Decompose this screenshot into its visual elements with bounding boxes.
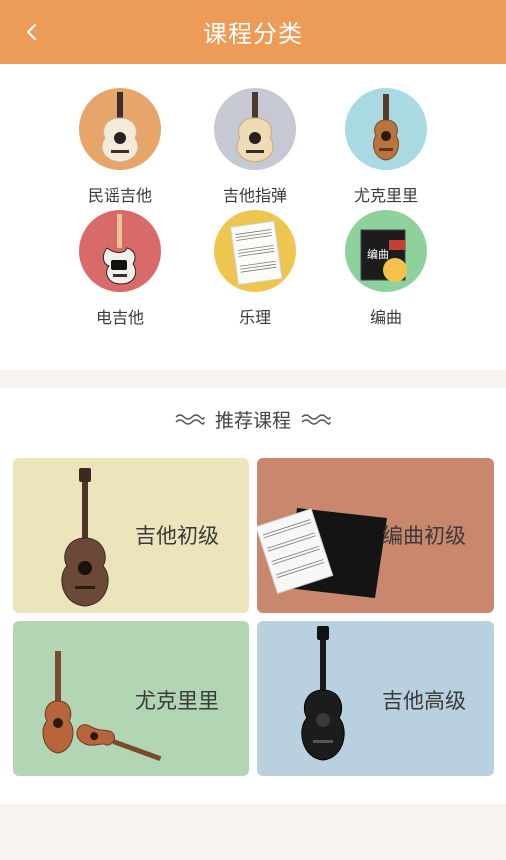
category-arrangement[interactable]: 编曲 编曲 [326,210,446,328]
category-label: 吉他指弹 [222,186,287,205]
section-divider [0,370,506,388]
category-label: 编曲 [369,308,402,327]
category-ukulele[interactable]: 尤克里里 [326,88,446,206]
electric-guitar-icon [102,214,137,285]
category-label: 民谣吉他 [87,186,152,205]
category-image [214,88,296,170]
acoustic-guitar-icon [61,468,109,607]
category-image [214,210,296,292]
category-image [79,210,161,292]
acoustic-guitar-icon [236,92,274,163]
bottom-divider [0,804,506,860]
course-name: 尤克里里 [135,689,219,713]
category-music-theory[interactable]: 乐理 [195,210,315,328]
category-image [79,88,161,170]
acoustic-guitar-icon [101,92,139,163]
course-name: 编曲初级 [382,524,466,548]
arrangement-book-icon: 编曲 [360,229,407,282]
course-card-guitar-beginner[interactable]: 吉他初级 [13,458,249,613]
wave-decoration-icon [175,413,205,425]
category-image [345,88,427,170]
sheet-music-folder-icon [257,508,387,598]
category-grid: 民谣吉他 吉他指弹 尤克里里 电吉他 乐理 编曲 编曲 [0,64,506,370]
recommended-header: 推荐课程 [0,406,506,433]
course-card-ukulele[interactable]: 尤克里里 [13,621,249,776]
course-card-arrangement-beginner[interactable]: 编曲初级 [257,458,494,613]
header-bar: 课程分类 [0,0,506,64]
category-label: 乐理 [238,308,271,327]
category-image: 编曲 [345,210,427,292]
category-electric-guitar[interactable]: 电吉他 [60,210,180,328]
sheet-music-icon [229,220,283,286]
course-name: 吉他初级 [135,524,219,548]
category-label: 电吉他 [95,308,144,327]
wave-decoration-icon [301,413,331,425]
page-title: 课程分类 [203,20,303,48]
ukulele-icon [373,94,399,161]
arrangement-badge-text: 编曲 [367,247,389,261]
course-name: 吉他高级 [382,689,466,713]
course-card-guitar-advanced[interactable]: 吉他高级 [257,621,494,776]
category-fingerstyle[interactable]: 吉他指弹 [195,88,315,206]
black-guitar-icon [301,626,345,761]
category-label: 尤克里里 [353,186,418,205]
category-folk-guitar[interactable]: 民谣吉他 [60,88,180,206]
recommended-title: 推荐课程 [214,410,291,432]
